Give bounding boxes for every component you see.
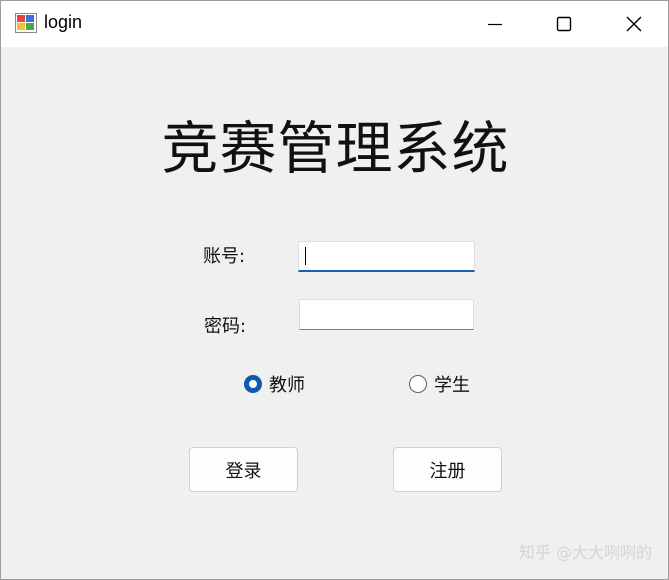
radio-checked-icon (244, 375, 262, 393)
register-button[interactable]: 注册 (393, 447, 502, 492)
close-icon (626, 16, 642, 32)
text-caret (305, 247, 306, 265)
radio-unchecked-icon (409, 375, 427, 393)
radio-teacher-label: 教师 (269, 375, 305, 396)
radio-teacher[interactable]: 教师 (244, 371, 305, 397)
form-client-area: 竞赛管理系统 账号: 密码: 教师 学生 登录 注册 (1, 47, 668, 579)
login-window: login 竞赛管理系统 账号: 密码: 教师 学生 登录 注册 知乎 @大大咧… (0, 0, 669, 580)
close-button[interactable] (599, 1, 668, 47)
minimize-icon (488, 23, 502, 26)
window-title: login (44, 12, 83, 32)
radio-student[interactable]: 学生 (409, 371, 470, 397)
account-input[interactable] (298, 241, 475, 272)
form-app-icon (15, 13, 37, 33)
login-button[interactable]: 登录 (189, 447, 298, 492)
watermark-text: 知乎 @大大咧咧的 (518, 543, 652, 562)
maximize-icon (556, 16, 572, 32)
minimize-button[interactable] (460, 1, 530, 47)
maximize-button[interactable] (529, 1, 599, 47)
title-bar[interactable]: login (1, 1, 668, 47)
password-input[interactable] (299, 299, 474, 330)
radio-student-label: 学生 (434, 375, 470, 396)
system-heading: 竞赛管理系统 (161, 116, 510, 182)
password-label: 密码: (204, 316, 247, 337)
account-label: 账号: (203, 246, 246, 267)
